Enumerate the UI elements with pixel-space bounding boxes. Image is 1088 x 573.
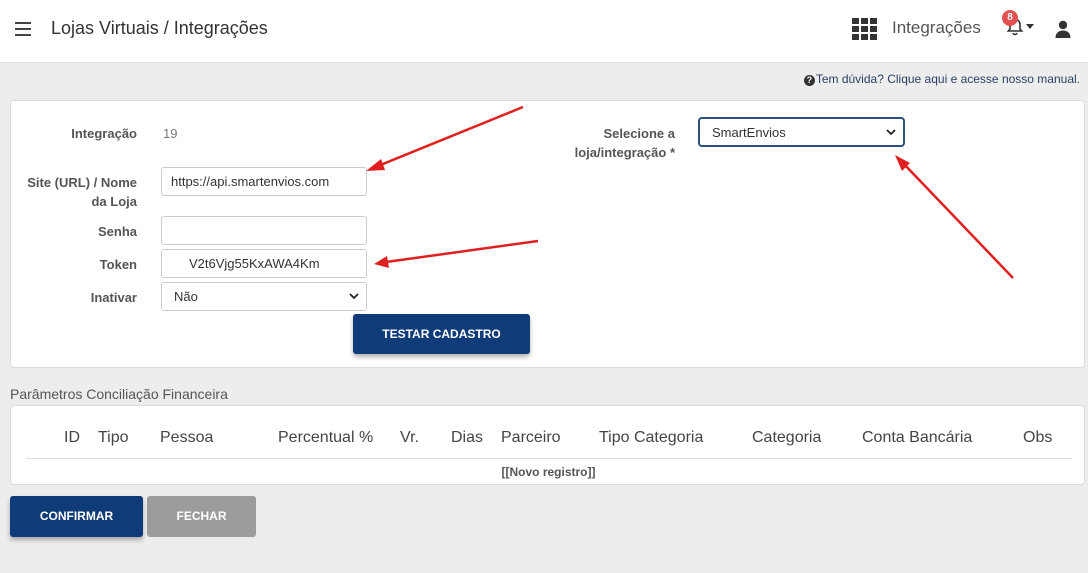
help-text: Tem dúvida? Clique aqui e acesse nosso m… (815, 72, 1080, 86)
close-button[interactable]: FECHAR (147, 496, 256, 537)
conciliacao-table: ID Tipo Pessoa Percentual % Vr. Dias Par… (10, 405, 1085, 485)
password-input[interactable] (161, 216, 367, 245)
site-url-input[interactable]: https://api.smartenvios.com (161, 167, 367, 196)
user-icon[interactable] (1055, 20, 1071, 38)
test-registration-button[interactable]: TESTAR CADASTRO (353, 314, 530, 354)
column-header: ID (64, 429, 80, 446)
store-select-label: Selecione a loja/integração * (574, 126, 675, 160)
store-selected-value: SmartEnvios (712, 125, 786, 140)
page-title: Lojas Virtuais / Integrações (51, 18, 268, 38)
section-title: Parâmetros Conciliação Financeira (10, 386, 228, 402)
column-header: Vr. (400, 429, 419, 446)
help-link[interactable]: ? Tem dúvida? Clique aqui e acesse nosso … (803, 72, 1080, 86)
notification-badge: 8 (1002, 10, 1018, 26)
column-header: Pessoa (160, 429, 214, 446)
apps-grid-icon[interactable] (852, 18, 877, 40)
column-header: Tipo Categoria (599, 429, 704, 446)
confirm-button[interactable]: CONFIRMAR (10, 496, 143, 537)
notifications-button[interactable]: 8 (1002, 10, 1036, 40)
inativar-label: Inativar (90, 290, 137, 305)
hamburger-menu-icon[interactable] (15, 22, 31, 36)
senha-label: Senha (97, 224, 137, 239)
column-header: Dias (451, 429, 484, 446)
token-label: Token (99, 257, 137, 272)
table-divider (26, 458, 1072, 459)
store-integration-select[interactable]: SmartEnvios (699, 118, 904, 146)
column-header: Categoria (752, 429, 822, 446)
inativar-selected-value: Não (174, 289, 198, 304)
question-icon: ? (803, 75, 815, 86)
new-record-link[interactable]: [[Novo registro]] (11, 465, 1086, 479)
column-header: Percentual % (278, 429, 374, 446)
token-input[interactable]: V2t6Vjg55KxAWA4Km (161, 249, 367, 278)
top-bar: Lojas Virtuais / Integrações Integrações… (0, 0, 1088, 63)
column-header: Conta Bancária (862, 429, 973, 446)
site-label: Site (URL) / Nome da Loja (27, 175, 137, 209)
integracao-value: 19 (163, 126, 178, 141)
chevron-down-icon (886, 129, 896, 136)
chevron-down-icon (349, 293, 359, 300)
column-header: Parceiro (501, 429, 561, 446)
chevron-down-icon (1026, 24, 1034, 29)
integrations-link[interactable]: Integrações (892, 18, 981, 38)
inativar-select[interactable]: Não (161, 282, 367, 311)
integracao-label: Integração (71, 126, 137, 141)
integration-form-card: Integração 19 Site (URL) / Nome da Loja … (10, 100, 1085, 368)
column-header: Tipo (98, 429, 129, 446)
column-header: Obs (1023, 429, 1053, 446)
